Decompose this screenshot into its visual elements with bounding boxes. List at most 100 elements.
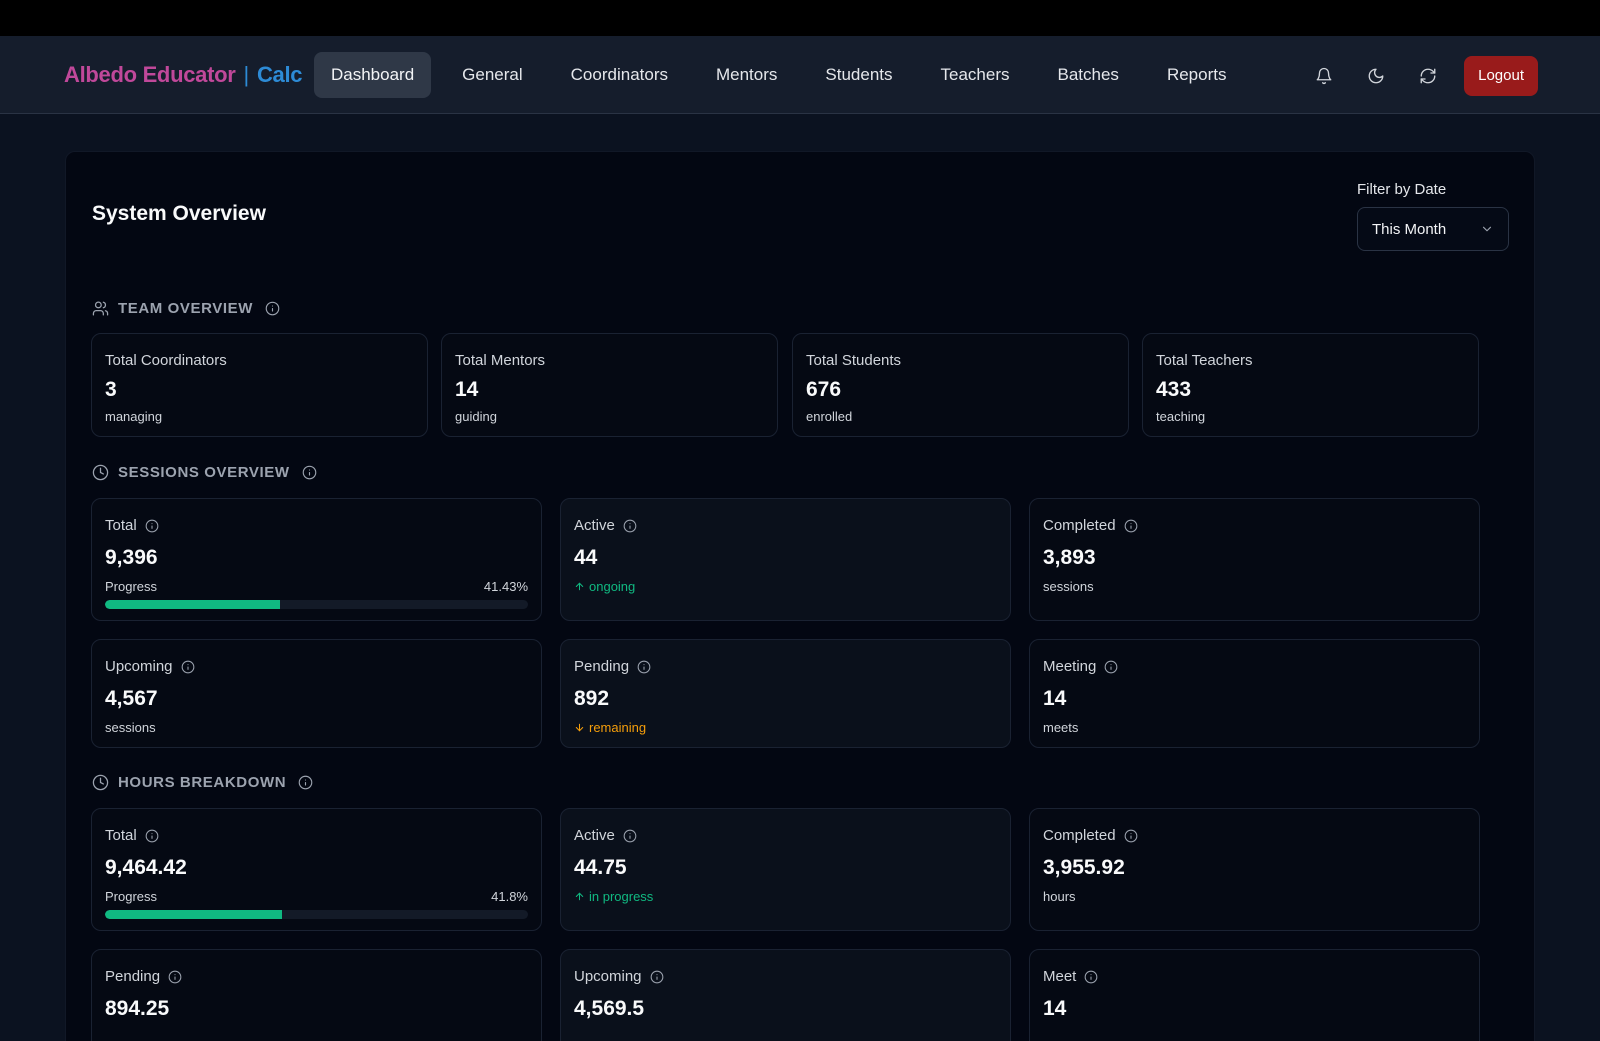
hours-breakdown-heading: HOURS BREAKDOWN	[92, 774, 313, 791]
hours-pending-card: Pending 894.25	[91, 949, 542, 1041]
moon-icon	[1368, 68, 1384, 84]
dashboard-panel: System Overview Filter by Date This Mont…	[65, 151, 1535, 1041]
refresh-button[interactable]	[1410, 58, 1446, 94]
card-label: Meet	[1043, 968, 1098, 985]
card-sub-text: ongoing	[589, 579, 636, 594]
card-sub: in progress	[574, 889, 653, 904]
info-icon[interactable]	[168, 970, 182, 984]
nav-dashboard[interactable]: Dashboard	[314, 52, 432, 98]
nav-teachers[interactable]: Teachers	[924, 52, 1027, 98]
progress-label: Progress	[105, 579, 158, 594]
card-label: Pending	[105, 968, 182, 985]
total-mentors-card: Total Mentors 14 guiding	[441, 333, 778, 437]
sessions-active-card: Active 44 ongoing	[560, 498, 1011, 621]
card-label: Meeting	[1043, 658, 1118, 675]
brand-name: Albedo Educator	[64, 62, 236, 87]
card-sub: enrolled	[806, 409, 853, 424]
card-label: Total	[105, 517, 159, 534]
info-icon[interactable]	[1104, 660, 1118, 674]
top-navbar: Albedo Educator | Calc Dashboard General C…	[0, 36, 1600, 114]
sessions-meeting-card: Meeting 14 meets	[1029, 639, 1480, 748]
card-label: Completed	[1043, 827, 1138, 844]
card-label-text: Completed	[1043, 827, 1116, 844]
progress-fill	[105, 910, 282, 919]
card-sub: teaching	[1156, 409, 1206, 424]
info-icon[interactable]	[181, 660, 195, 674]
card-label: Active	[574, 517, 637, 534]
sessions-total-card: Total 9,396 Progress 41.43%	[91, 498, 542, 621]
card-label-text: Pending	[574, 658, 630, 675]
info-icon[interactable]	[302, 465, 317, 480]
nav-students[interactable]: Students	[808, 52, 909, 98]
section-label: SESSIONS OVERVIEW	[118, 464, 290, 481]
date-filter-select[interactable]: This Month	[1357, 207, 1509, 251]
brand-logo[interactable]: Albedo Educator | Calc	[64, 62, 303, 88]
hours-completed-card: Completed 3,955.92 hours	[1029, 808, 1480, 931]
info-icon[interactable]	[1124, 519, 1138, 533]
progress-row: Progress 41.43%	[105, 579, 528, 594]
arrow-down-icon	[575, 723, 584, 732]
refresh-icon	[1420, 68, 1436, 84]
card-label: Total	[105, 827, 159, 844]
card-label-text: Active	[574, 827, 615, 844]
card-label: Pending	[574, 658, 651, 675]
filter-label: Filter by Date	[1357, 181, 1447, 198]
arrow-up-icon	[575, 892, 584, 901]
card-value: 44	[574, 546, 598, 569]
card-label-text: Pending	[105, 968, 161, 985]
card-label: Upcoming	[105, 658, 195, 675]
progress-row: Progress 41.8%	[105, 889, 528, 904]
clock-icon	[92, 774, 109, 791]
theme-toggle-button[interactable]	[1358, 58, 1394, 94]
sessions-upcoming-card: Upcoming 4,567 sessions	[91, 639, 542, 748]
progress-bar	[105, 910, 528, 919]
total-coordinators-card: Total Coordinators 3 managing	[91, 333, 428, 437]
nav-mentors[interactable]: Mentors	[699, 52, 794, 98]
card-sub-text: remaining	[589, 720, 647, 735]
card-label: Completed	[1043, 517, 1138, 534]
card-value: 9,396	[105, 546, 158, 569]
card-label: Active	[574, 827, 637, 844]
hours-upcoming-card: Upcoming 4,569.5	[560, 949, 1011, 1041]
hours-total-card: Total 9,464.42 Progress 41.8%	[91, 808, 542, 931]
nav-batches[interactable]: Batches	[1041, 52, 1136, 98]
card-value: 433	[1156, 378, 1192, 401]
card-label-text: Completed	[1043, 517, 1116, 534]
card-value: 14	[1043, 687, 1067, 710]
info-icon[interactable]	[623, 519, 637, 533]
card-value: 894.25	[105, 997, 170, 1020]
info-icon[interactable]	[1124, 829, 1138, 843]
info-icon[interactable]	[298, 775, 313, 790]
nav-general[interactable]: General	[445, 52, 539, 98]
card-value: 3	[105, 378, 117, 401]
card-sub: sessions	[1043, 579, 1094, 594]
info-icon[interactable]	[623, 829, 637, 843]
info-icon[interactable]	[145, 519, 159, 533]
info-icon[interactable]	[1084, 970, 1098, 984]
progress-fill	[105, 600, 281, 609]
brand-product: Calc	[256, 62, 303, 87]
info-icon[interactable]	[145, 829, 159, 843]
notifications-button[interactable]	[1306, 58, 1342, 94]
hours-meet-card: Meet 14	[1029, 949, 1480, 1041]
info-icon[interactable]	[265, 301, 280, 316]
info-icon[interactable]	[637, 660, 651, 674]
info-icon[interactable]	[650, 970, 664, 984]
card-value: 676	[806, 378, 842, 401]
card-sub: managing	[105, 409, 163, 424]
logout-button[interactable]: Logout	[1464, 56, 1538, 96]
total-students-card: Total Students 676 enrolled	[792, 333, 1129, 437]
card-label-text: Upcoming	[574, 968, 642, 985]
card-sub: sessions	[105, 720, 156, 735]
sessions-pending-card: Pending 892 remaining	[560, 639, 1011, 748]
card-label-text: Total	[105, 517, 137, 534]
card-value: 9,464.42	[105, 856, 187, 879]
nav-coordinators[interactable]: Coordinators	[554, 52, 685, 98]
sessions-overview-heading: SESSIONS OVERVIEW	[92, 464, 317, 481]
card-label-text: Total	[105, 827, 137, 844]
card-sub: hours	[1043, 889, 1076, 904]
nav-reports[interactable]: Reports	[1150, 52, 1244, 98]
main-nav: Dashboard General Coordinators Mentors S…	[314, 52, 1243, 98]
progress-percent: 41.8%	[491, 889, 528, 904]
progress-label: Progress	[105, 889, 158, 904]
